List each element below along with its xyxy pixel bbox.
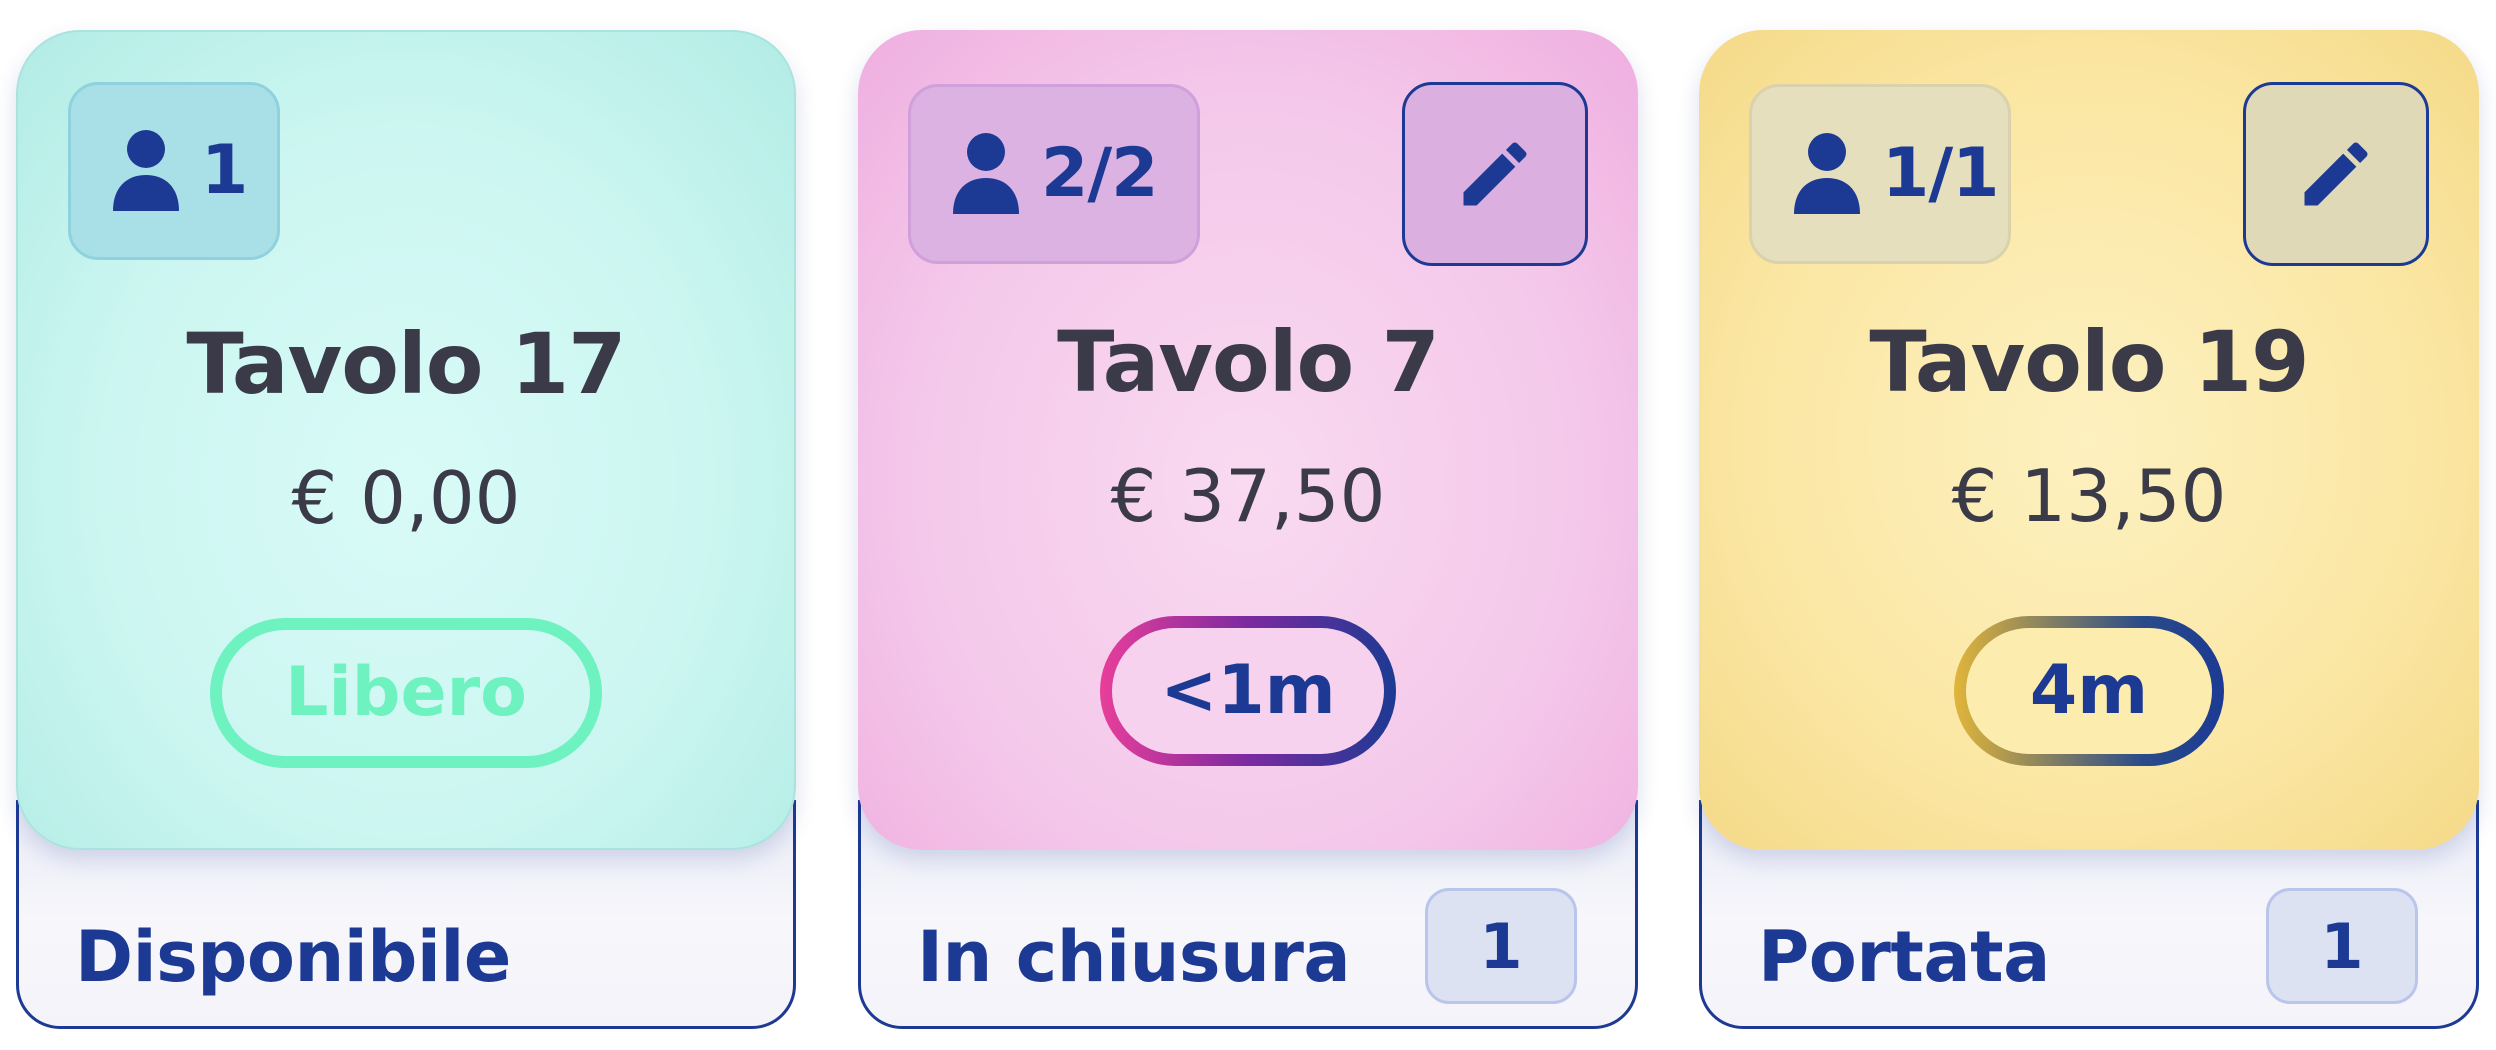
person-icon [113,130,179,211]
table-name: Tavolo 17 [186,315,626,413]
table-amount: € 13,50 [1951,454,2227,538]
guest-count-badge: 2/2 [908,84,1200,264]
person-icon [953,133,1019,214]
table-cards-row: Disponibile 1 Tavolo 17 € 0,00 Libero In… [0,0,2496,1050]
order-count-badge: 1 [2266,888,2418,1004]
guest-count: 1/1 [1882,134,1999,213]
table-tile[interactable]: 1 Tavolo 17 € 0,00 Libero [16,30,796,850]
table-name: Tavolo 7 [1057,313,1440,411]
table-amount: € 0,00 [291,456,521,540]
edit-button[interactable] [2243,82,2429,266]
status-strip-label: Disponibile [75,916,511,998]
elapsed-time-label: <1m [1112,628,1384,754]
table-amount: € 37,50 [1110,454,1386,538]
pencil-icon [1463,142,1527,206]
guest-count-badge: 1 [68,82,280,260]
table-card[interactable]: In chiusura 1 2/2 Tavolo 7 € 37,50 <1m [858,30,1638,1029]
person-icon [1794,133,1860,214]
table-tile[interactable]: 2/2 Tavolo 7 € 37,50 <1m [858,30,1638,850]
table-card[interactable]: Disponibile 1 Tavolo 17 € 0,00 Libero [16,30,796,1029]
status-strip-label: In chiusura [917,916,1351,998]
status-pill: Libero [210,618,602,768]
table-name: Tavolo 19 [1869,313,2309,411]
table-card[interactable]: Portata 1 1/1 Tavolo 19 € 13,50 4m [1699,30,2479,1029]
status-pill: 4m [1954,616,2224,766]
elapsed-time-label: 4m [1966,628,2212,754]
guest-count: 2/2 [1041,134,1158,213]
status-strip-label: Portata [1758,916,2050,998]
guest-count: 1 [201,131,248,210]
pencil-icon [2304,142,2368,206]
guest-count-badge: 1/1 [1749,84,2011,264]
order-count-badge: 1 [1425,888,1577,1004]
status-pill: <1m [1100,616,1396,766]
table-tile[interactable]: 1/1 Tavolo 19 € 13,50 4m [1699,30,2479,850]
edit-button[interactable] [1402,82,1588,266]
